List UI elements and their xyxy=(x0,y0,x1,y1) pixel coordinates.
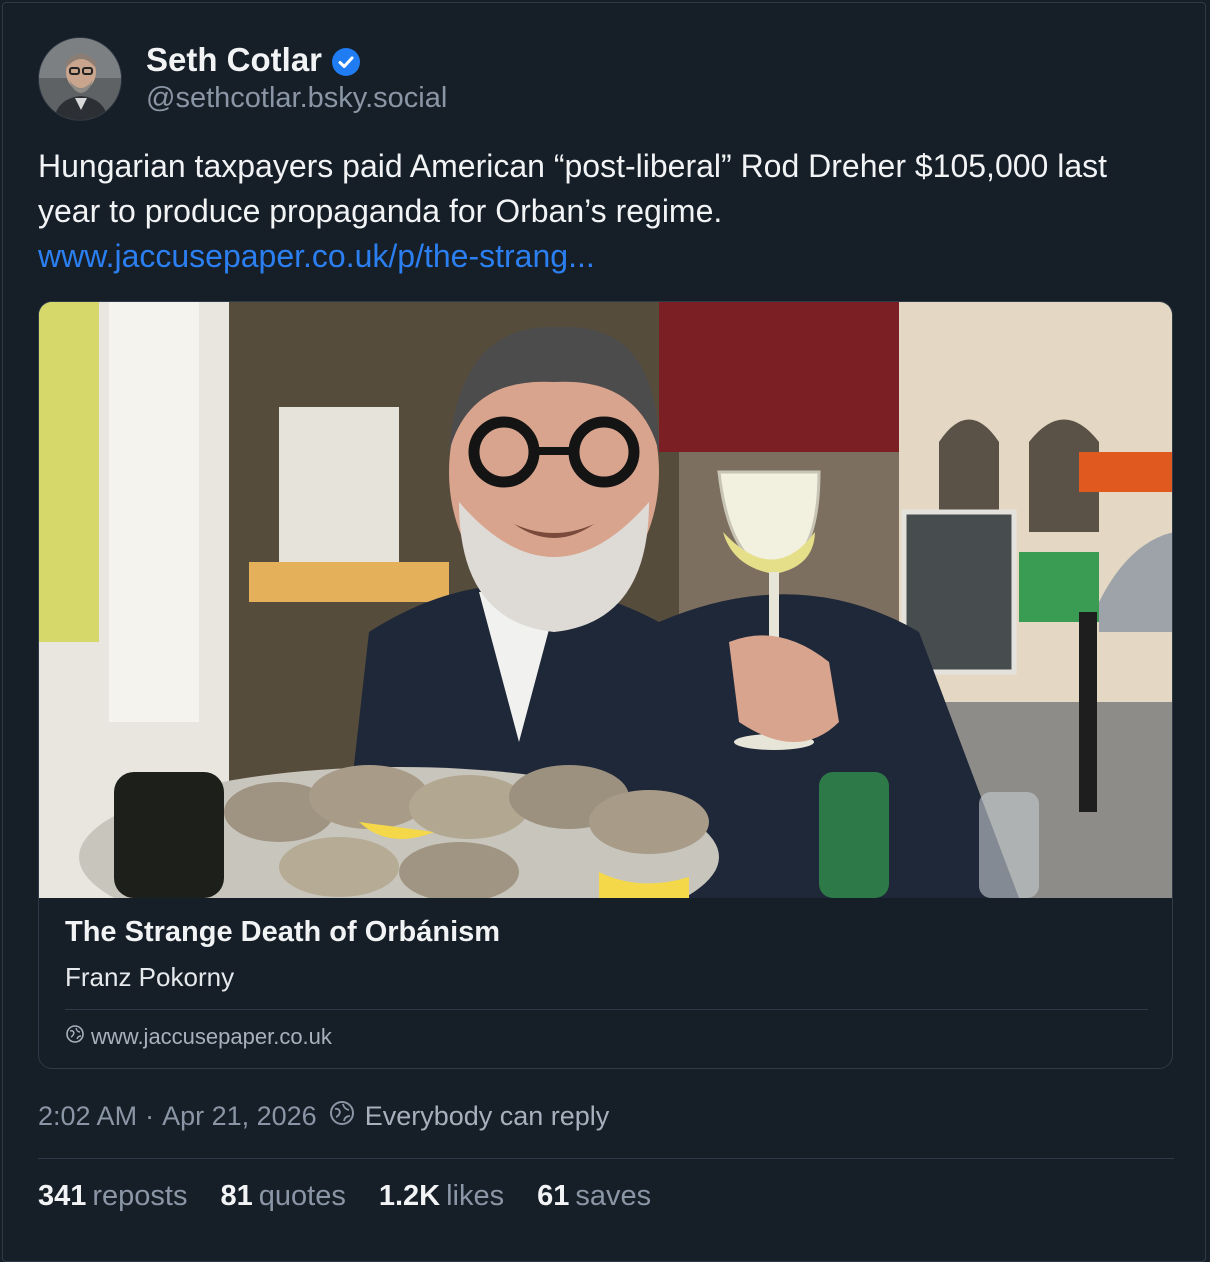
quotes-stat[interactable]: 81 quotes xyxy=(221,1180,346,1213)
likes-label: likes xyxy=(446,1180,505,1212)
post-time[interactable]: 2:02 AM xyxy=(38,1101,137,1132)
avatar[interactable] xyxy=(38,37,122,121)
reply-setting[interactable]: Everybody can reply xyxy=(365,1101,610,1132)
link-preview-title[interactable]: The Strange Death of Orbánism xyxy=(65,916,500,949)
author-name-text[interactable]: Seth Cotlar xyxy=(146,41,322,79)
author-handle[interactable]: @sethcotlar.bsky.social xyxy=(146,82,447,115)
link-preview-domain[interactable]: www.jaccusepaper.co.uk xyxy=(65,1024,332,1050)
meta-separator: · xyxy=(145,1101,155,1131)
likes-count: 1.2K xyxy=(378,1180,441,1212)
post-body: Hungarian taxpayers paid American “post-… xyxy=(38,144,1178,279)
saves-label: saves xyxy=(575,1180,652,1212)
post-meta: 2:02 AM · Apr 21, 2026 Everybody can rep… xyxy=(38,1100,609,1133)
link-preview-divider xyxy=(65,1009,1148,1010)
likes-stat[interactable]: 1.2K likes xyxy=(379,1180,504,1213)
saves-count: 61 xyxy=(537,1180,570,1212)
quotes-label: quotes xyxy=(258,1180,346,1212)
reposts-label: reposts xyxy=(92,1180,188,1212)
post-link[interactable]: www.jaccusepaper.co.uk/p/the-strang... xyxy=(38,234,1178,279)
author-display-name[interactable]: Seth Cotlar xyxy=(146,38,361,82)
verified-badge-icon xyxy=(332,46,361,76)
link-preview-image[interactable] xyxy=(39,302,1172,898)
engagement-stats: 341 reposts 81 quotes 1.2K likes 61 saves xyxy=(38,1180,684,1213)
stats-divider xyxy=(38,1158,1174,1159)
link-preview-card[interactable]: The Strange Death of Orbánism Franz Poko… xyxy=(38,301,1173,1069)
globe-reply-icon xyxy=(329,1100,355,1133)
quotes-count: 81 xyxy=(220,1180,253,1212)
link-preview-domain-text[interactable]: www.jaccusepaper.co.uk xyxy=(91,1024,332,1050)
saves-stat[interactable]: 61 saves xyxy=(537,1180,651,1213)
post-text: Hungarian taxpayers paid American “post-… xyxy=(38,148,1108,229)
reposts-stat[interactable]: 341 reposts xyxy=(38,1180,188,1213)
link-preview-author: Franz Pokorny xyxy=(65,962,235,992)
reposts-count: 341 xyxy=(38,1180,87,1212)
post-date[interactable]: Apr 21, 2026 xyxy=(162,1101,317,1132)
globe-icon xyxy=(65,1024,85,1050)
